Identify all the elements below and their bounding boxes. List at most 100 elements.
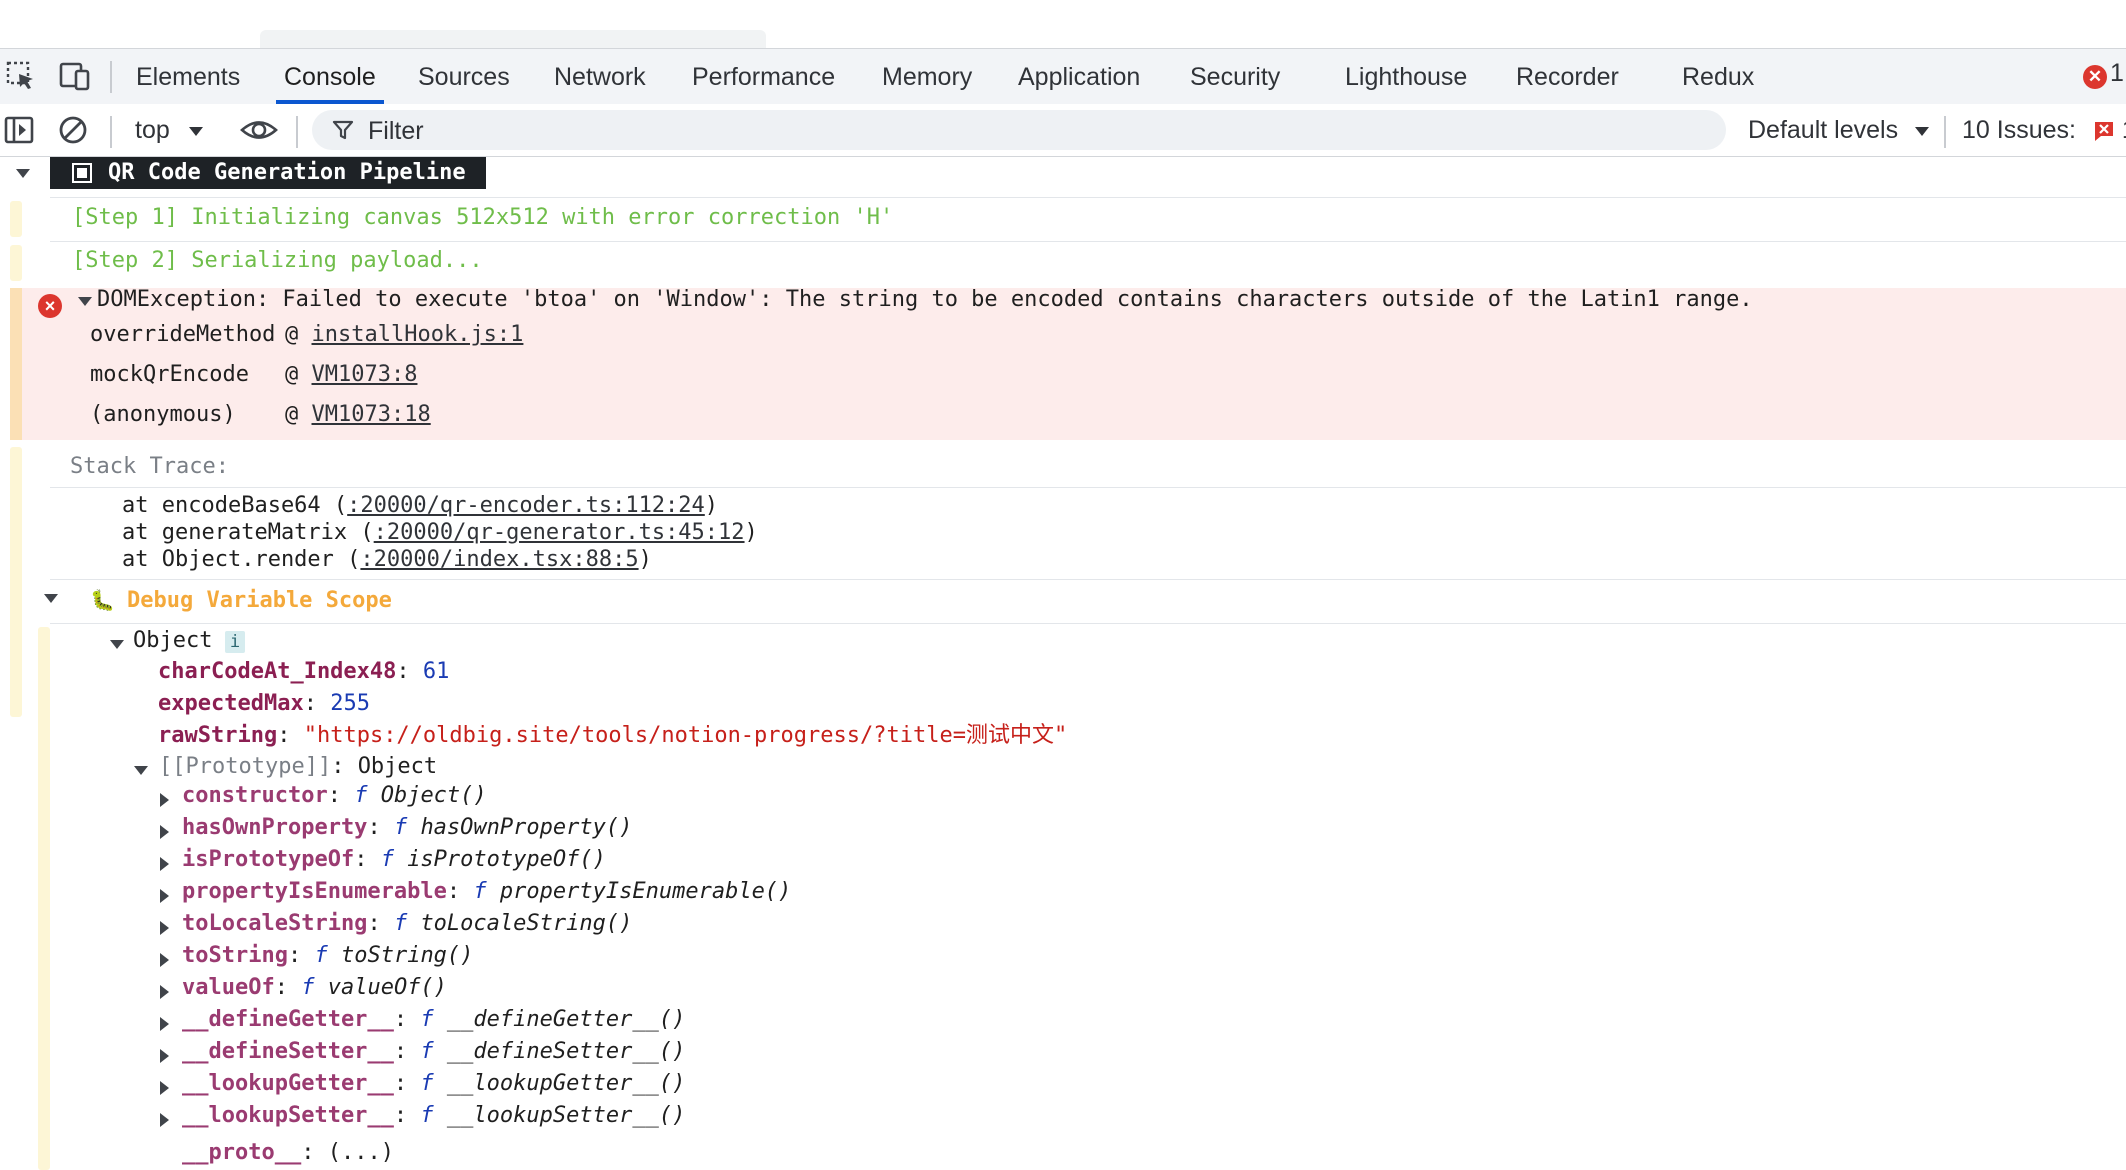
frame-source-link[interactable]: installHook.js:1	[312, 322, 524, 347]
object-property[interactable]: charCodeAt_Index48: 61	[158, 659, 449, 685]
console-group-header[interactable]: QR Code Generation Pipeline	[50, 157, 486, 189]
group-square-icon	[72, 163, 92, 183]
issues-label: 10 Issues:	[1962, 116, 2076, 144]
function-glyph: f	[473, 879, 487, 904]
chevron-down-icon	[188, 126, 203, 136]
prototype-entry-expand-triangle[interactable]	[160, 825, 169, 839]
live-expression-eye-icon[interactable]	[240, 113, 278, 147]
tab-application[interactable]: Application	[1018, 49, 1140, 104]
group-collapse-triangle[interactable]	[44, 594, 58, 603]
prototype-entry[interactable]: __lookupGetter__: f __lookupGetter__()	[182, 1071, 685, 1097]
prototype-entry-key: constructor	[182, 783, 328, 808]
prototype-entry-expand-triangle[interactable]	[160, 1049, 169, 1063]
object-property[interactable]: expectedMax: 255	[158, 691, 370, 717]
tab-recorder[interactable]: Recorder	[1516, 49, 1619, 104]
prototype-label: [[Prototype]]	[159, 754, 332, 779]
function-glyph: f	[380, 847, 394, 872]
prototype-entry-sep: :	[367, 911, 394, 936]
tab-performance[interactable]: Performance	[692, 49, 835, 104]
prototype-row[interactable]: [[Prototype]]: Object	[159, 754, 437, 780]
stack-line: at encodeBase64 (:20000/qr-encoder.ts:11…	[122, 493, 718, 519]
row-divider	[50, 197, 2126, 198]
clear-console-icon[interactable]	[56, 113, 90, 147]
frame-source-link[interactable]: VM1073:8	[312, 362, 418, 387]
stack-source-link[interactable]: :20000/qr-generator.ts:45:12	[374, 520, 745, 545]
issues-button[interactable]: 10 Issues: 1	[1962, 113, 2126, 147]
filter-input[interactable]	[366, 110, 1670, 152]
tab-sources[interactable]: Sources	[418, 49, 510, 104]
tab-lighthouse[interactable]: Lighthouse	[1345, 49, 1467, 104]
prototype-entry-function: __lookupSetter__()	[446, 1103, 686, 1128]
row-divider	[50, 623, 2126, 624]
property-key: rawString	[158, 723, 278, 748]
tab-memory[interactable]: Memory	[882, 49, 972, 104]
prototype-entry-expand-triangle[interactable]	[160, 1017, 169, 1031]
error-count-icon[interactable]: ✕	[2083, 65, 2107, 89]
property-key: charCodeAt_Index48	[158, 659, 397, 684]
log-levels-dropdown[interactable]: Default levels	[1748, 113, 1930, 147]
prototype-entry-expand-triangle[interactable]	[160, 793, 169, 807]
prototype-expand-triangle[interactable]	[134, 766, 148, 775]
object-property[interactable]: rawString: "https://oldbig.site/tools/no…	[158, 723, 1067, 749]
info-icon[interactable]: i	[225, 631, 245, 653]
proto-accessor-row[interactable]: __proto__: (...)	[182, 1140, 394, 1166]
toolbar-divider	[1944, 116, 1946, 148]
prototype-entry[interactable]: constructor: f Object()	[182, 783, 487, 809]
stack-source-link[interactable]: :20000/index.tsx:88:5	[360, 547, 638, 572]
sidebar-toggle-icon[interactable]	[2, 113, 36, 147]
debug-group-title[interactable]: Debug Variable Scope	[127, 588, 392, 614]
error-stack-frame: (anonymous) @ VM1073:18	[90, 402, 431, 428]
prototype-entry-function: hasOwnProperty()	[420, 815, 633, 840]
prototype-entry-sep: :	[274, 975, 302, 1000]
row-divider	[50, 487, 2126, 488]
prototype-entry[interactable]: hasOwnProperty: f hasOwnProperty()	[182, 815, 632, 841]
object-expand-triangle[interactable]	[110, 640, 124, 649]
prototype-entry-expand-triangle[interactable]	[160, 953, 169, 967]
prototype-value: Object	[357, 754, 438, 779]
prototype-entry-expand-triangle[interactable]	[160, 1081, 169, 1095]
prototype-entry[interactable]: __lookupSetter__: f __lookupSetter__()	[182, 1103, 685, 1129]
stack-suffix: )	[704, 493, 719, 518]
frame-source-link[interactable]: VM1073:18	[312, 402, 431, 427]
prototype-entry[interactable]: __defineSetter__: f __defineSetter__()	[182, 1039, 685, 1065]
prototype-entry-function: __lookupGetter__()	[446, 1071, 686, 1096]
prototype-entry-expand-triangle[interactable]	[160, 857, 169, 871]
prototype-entry-expand-triangle[interactable]	[160, 985, 169, 999]
prototype-entry[interactable]: __defineGetter__: f __defineGetter__()	[182, 1007, 685, 1033]
tab-security[interactable]: Security	[1190, 49, 1280, 104]
tab-console[interactable]: Console	[276, 49, 384, 104]
prototype-entry-key: __lookupSetter__	[182, 1103, 394, 1128]
error-expand-triangle[interactable]	[78, 297, 92, 306]
tab-elements[interactable]: Elements	[136, 49, 240, 104]
error-count[interactable]: 1	[2110, 59, 2124, 88]
frame-at: @	[285, 402, 299, 427]
prototype-entry-sep: :	[393, 1103, 421, 1128]
group-collapse-triangle[interactable]	[16, 169, 30, 178]
prototype-entry-function: propertyIsEnumerable()	[499, 879, 792, 904]
prototype-entry-expand-triangle[interactable]	[160, 889, 169, 903]
frame-function: overrideMethod	[90, 322, 276, 347]
prototype-entry[interactable]: valueOf: f valueOf()	[182, 975, 447, 1001]
context-selector[interactable]: top	[135, 113, 203, 147]
error-stack-frame: mockQrEncode @ VM1073:8	[90, 362, 417, 388]
tab-redux[interactable]: Redux	[1682, 49, 1754, 104]
device-toolbar-icon[interactable]	[58, 59, 92, 93]
error-text[interactable]: DOMException: Failed to execute 'btoa' o…	[97, 287, 1753, 313]
stack-source-link[interactable]: :20000/qr-encoder.ts:112:24	[347, 493, 705, 518]
prototype-entry[interactable]: isPrototypeOf: f isPrototypeOf()	[182, 847, 606, 873]
prototype-entry[interactable]: toString: f toString()	[182, 943, 473, 969]
filter-icon	[332, 120, 354, 140]
tab-network[interactable]: Network	[554, 49, 646, 104]
prototype-entry[interactable]: propertyIsEnumerable: f propertyIsEnumer…	[182, 879, 791, 905]
frame-at: @	[285, 322, 299, 347]
issue-error-icon	[2094, 122, 2113, 142]
inspect-element-icon[interactable]	[4, 59, 38, 93]
prototype-entry-expand-triangle[interactable]	[160, 921, 169, 935]
log-message: [Step 2] Serializing payload...	[72, 248, 483, 273]
filter-box[interactable]	[312, 110, 1726, 152]
object-label[interactable]: Object	[133, 628, 212, 654]
tabbar-divider	[110, 61, 112, 93]
prototype-entry-expand-triangle[interactable]	[160, 1113, 169, 1127]
prototype-entry-sep: :	[354, 847, 381, 872]
prototype-entry[interactable]: toLocaleString: f toLocaleString()	[182, 911, 632, 937]
